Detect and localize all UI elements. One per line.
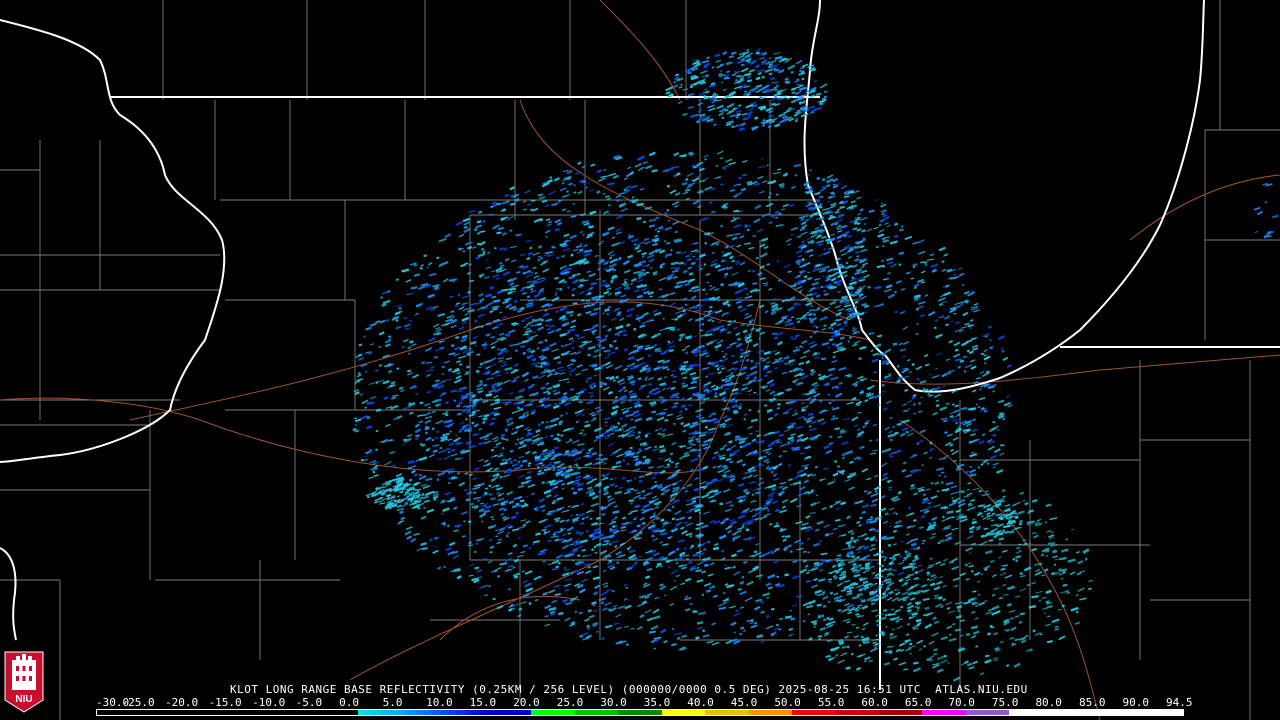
echo-speckle — [704, 241, 708, 245]
echo-speckle — [474, 319, 478, 323]
radar-map — [0, 0, 1280, 720]
echo-speckle — [540, 257, 543, 260]
echo-speckle — [803, 417, 807, 420]
echo-speckle — [436, 478, 440, 482]
echo-speckle — [683, 547, 687, 551]
echo-speckle — [716, 367, 720, 371]
echo-speckle — [443, 565, 446, 569]
echo-speckle — [884, 556, 888, 560]
echo-speckle — [705, 375, 708, 378]
echo-speckle — [739, 359, 743, 363]
echo-speckle — [517, 460, 521, 464]
echo-speckle — [398, 306, 402, 310]
echo-speckle — [811, 435, 815, 439]
echo-speckle — [538, 423, 541, 427]
echo-speckle — [593, 384, 597, 388]
echo-speckle — [556, 433, 560, 436]
echo-speckle — [395, 319, 399, 322]
echo-speckle — [571, 559, 575, 562]
echo-speckle — [372, 470, 376, 474]
echo-speckle — [487, 469, 491, 473]
echo-speckle — [873, 305, 876, 308]
echo-speckle — [928, 522, 932, 526]
